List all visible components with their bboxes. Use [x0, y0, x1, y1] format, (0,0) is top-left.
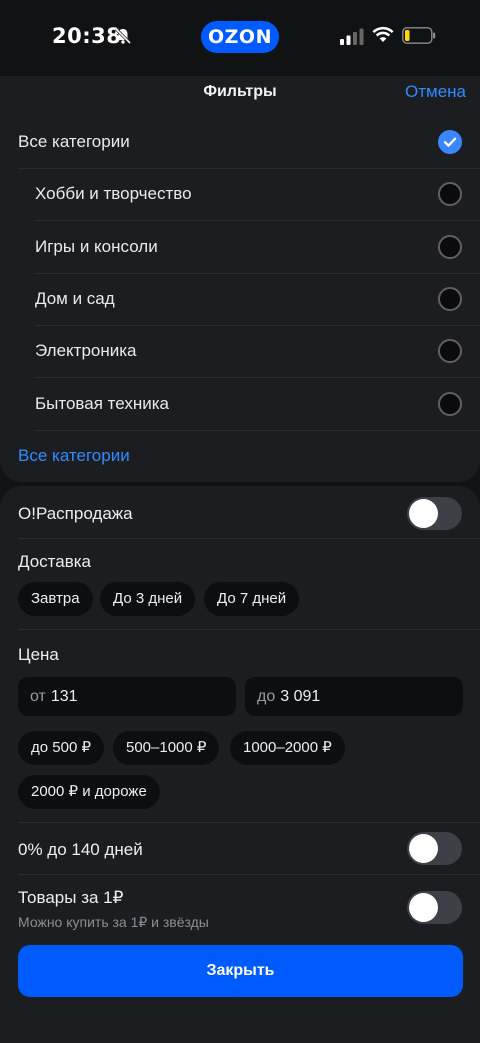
radio-button[interactable] [438, 182, 462, 206]
wifi-icon [372, 26, 394, 42]
price-from-prefix: от [30, 688, 46, 705]
category-label: Дом и сад [35, 289, 115, 308]
price-to-field[interactable]: до 3 091 [245, 677, 463, 716]
category-row-electronics[interactable]: Электроника [35, 325, 480, 377]
sale-toggle[interactable] [407, 497, 462, 530]
category-label: Все категории [18, 132, 130, 151]
delivery-chip-3-days[interactable]: До 3 дней [100, 582, 196, 616]
category-row-home[interactable]: Дом и сад [35, 273, 480, 325]
radio-button[interactable] [438, 339, 462, 363]
ozon-badge: OZON [201, 21, 279, 53]
delivery-label: Доставка [18, 552, 92, 571]
one-ruble-label: Товары за 1₽ [18, 888, 124, 907]
category-label: Электроника [35, 341, 137, 360]
divider [18, 629, 480, 630]
category-row-hobby[interactable]: Хобби и творчество [35, 168, 480, 220]
cellular-signal-icon [340, 28, 364, 45]
price-chip-over-2000[interactable]: 2000 ₽ и дороже [18, 775, 160, 809]
sale-label: О!Распродажа [18, 504, 133, 523]
delivery-chip-tomorrow[interactable]: Завтра [18, 582, 93, 616]
battery-icon [402, 27, 436, 44]
delivery-chip-7-days[interactable]: До 7 дней [204, 582, 300, 616]
radio-button[interactable] [438, 392, 462, 416]
price-to-value: 3 091 [280, 688, 321, 705]
toggle-knob [409, 893, 438, 922]
price-from-field[interactable]: от 131 [18, 677, 236, 716]
category-row-appliances[interactable]: Бытовая техника [35, 378, 480, 430]
price-chip-1000-2000[interactable]: 1000–2000 ₽ [230, 731, 345, 765]
radio-button[interactable] [438, 235, 462, 259]
checkmark-icon[interactable] [438, 130, 462, 154]
price-chip-under-500[interactable]: до 500 ₽ [18, 731, 104, 765]
status-time: 20:38 [52, 24, 122, 48]
bell-muted-icon [114, 27, 132, 45]
installment-label: 0% до 140 дней [18, 840, 143, 859]
category-row-all[interactable]: Все категории [18, 116, 480, 168]
price-from-value: 131 [50, 688, 78, 705]
category-label: Хобби и творчество [35, 184, 192, 203]
divider [18, 538, 480, 539]
toggle-knob [409, 834, 438, 863]
installment-toggle[interactable] [407, 832, 462, 865]
one-ruble-toggle[interactable] [407, 891, 462, 924]
divider [35, 430, 480, 431]
all-categories-link[interactable]: Все категории [18, 446, 130, 466]
filters-panel: О!Распродажа Доставка Завтра До 3 дней Д… [0, 486, 480, 1043]
one-ruble-subtext: Можно купить за 1₽ и звёзды [18, 914, 209, 930]
category-row-games[interactable]: Игры и консоли [35, 221, 480, 273]
status-bar: 20:38 OZON [0, 0, 480, 76]
price-chip-500-1000[interactable]: 500–1000 ₽ [113, 731, 220, 765]
close-button[interactable]: Закрыть [18, 945, 463, 997]
price-label: Цена [18, 645, 59, 664]
categories-panel: Фильтры Отмена Все категории Хобби и тво… [0, 76, 480, 482]
divider [18, 874, 480, 875]
category-label: Бытовая техника [35, 394, 169, 413]
toggle-knob [409, 499, 438, 528]
radio-button[interactable] [438, 287, 462, 311]
price-to-prefix: до [257, 688, 276, 705]
category-label: Игры и консоли [35, 237, 158, 256]
divider [18, 822, 480, 823]
cancel-button[interactable]: Отмена [405, 82, 466, 102]
